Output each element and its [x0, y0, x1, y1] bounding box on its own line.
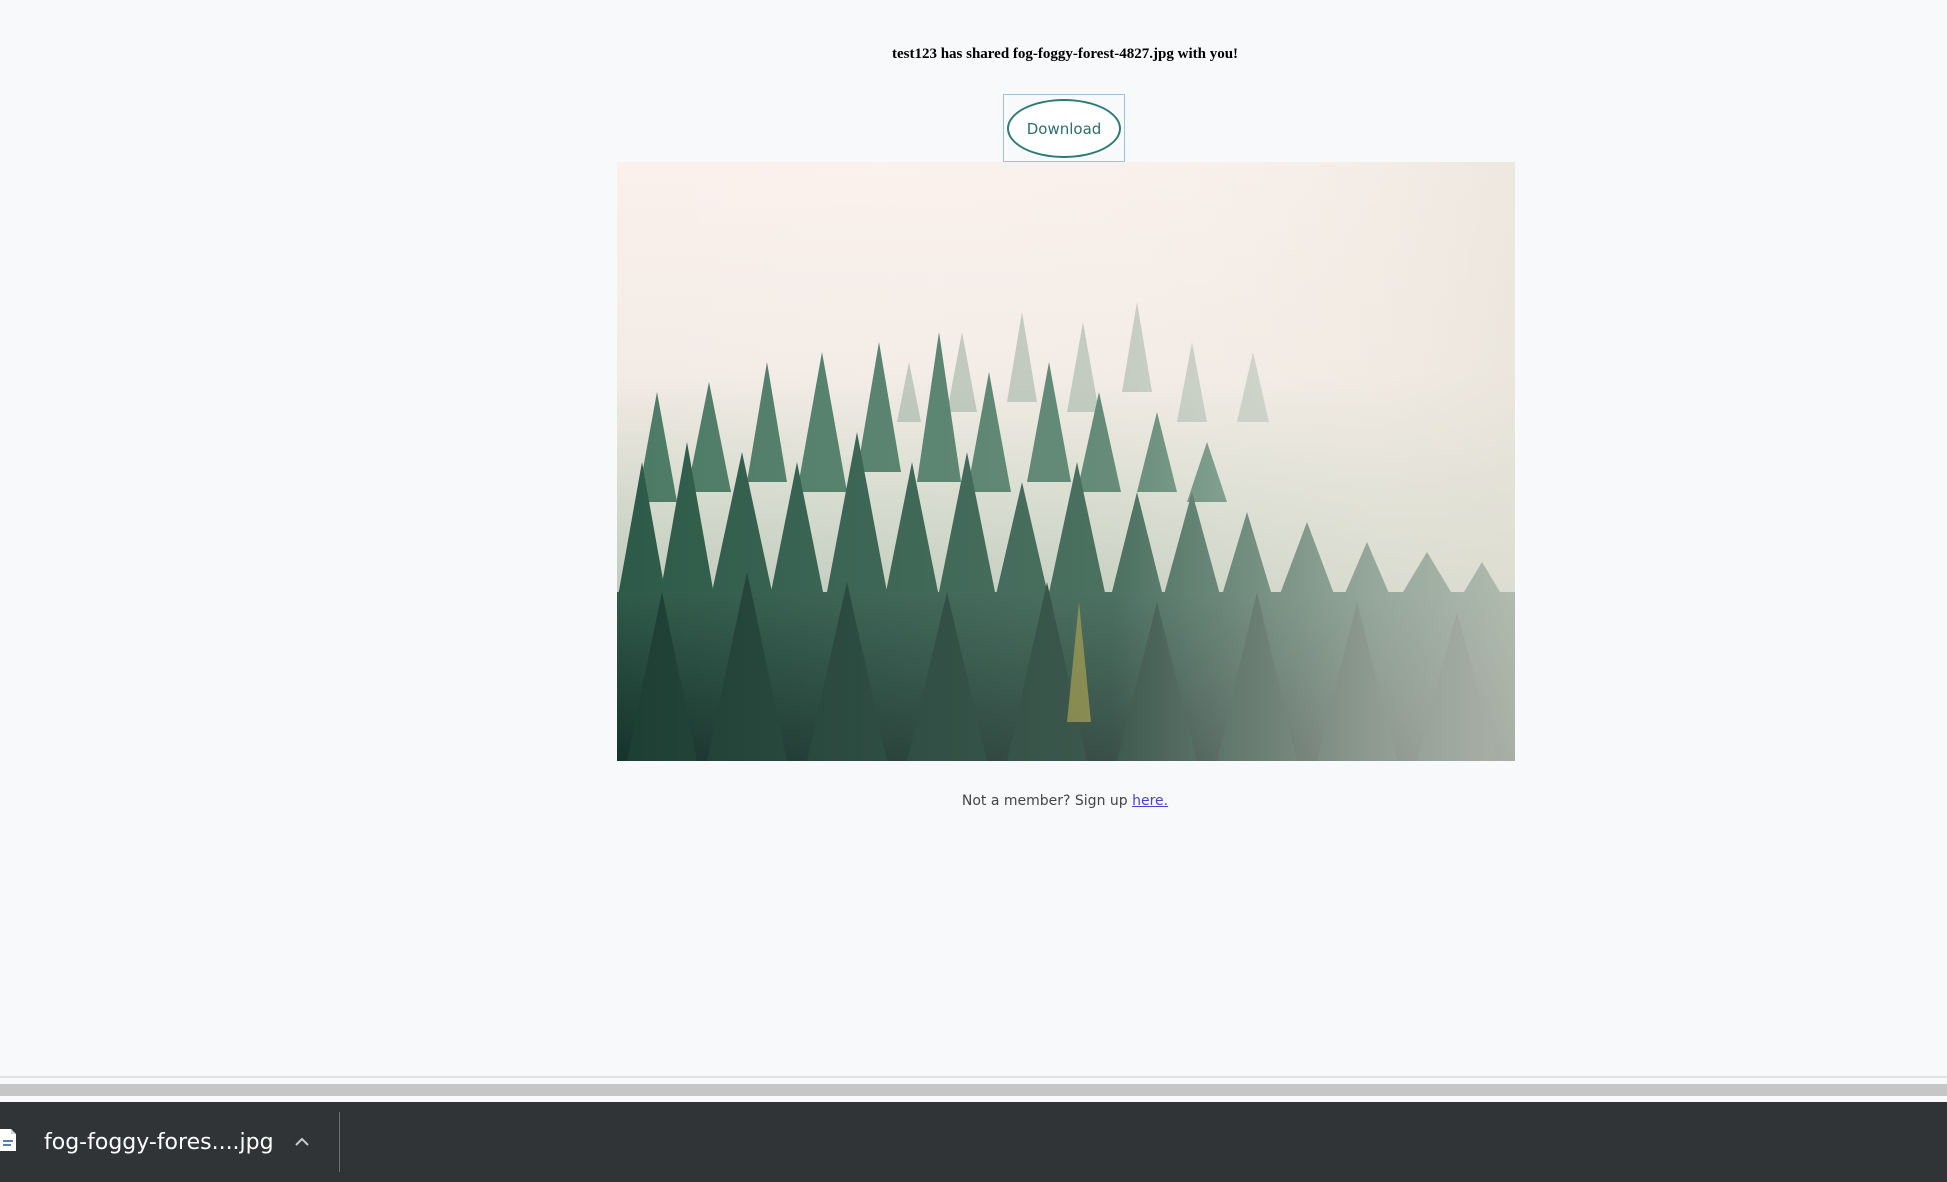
share-heading: test123 has shared fog-foggy-forest-4827…: [891, 46, 1239, 62]
signup-prompt-text: Not a member? Sign up: [961, 793, 1133, 809]
image-file-icon: [0, 1129, 16, 1151]
horizontal-scrollbar[interactable]: [0, 1084, 1947, 1096]
downloaded-file-name[interactable]: fog-foggy-fores....jpg: [44, 1130, 274, 1156]
download-shelf: fog-foggy-fores....jpg: [0, 1102, 1947, 1182]
download-button-focus-ring: Download: [1003, 94, 1125, 162]
horizontal-divider: [0, 1076, 1947, 1078]
chevron-up-icon[interactable]: [292, 1132, 312, 1152]
download-button[interactable]: Download: [1007, 99, 1121, 158]
shared-image: [617, 162, 1515, 761]
shelf-divider: [339, 1112, 340, 1172]
signup-prompt: Not a member? Sign up here.: [0, 793, 1947, 809]
signup-link[interactable]: here.: [1132, 793, 1168, 809]
